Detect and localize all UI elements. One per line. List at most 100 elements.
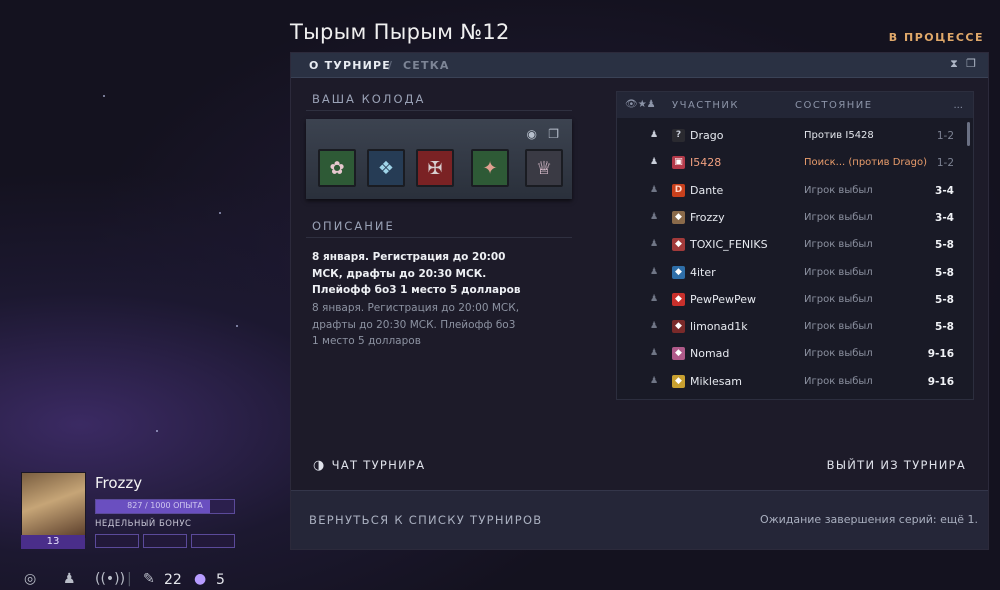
chat-icon: ◑: [313, 458, 326, 473]
xp-text: 827 / 1000 ОПЫТА: [127, 501, 203, 510]
player-icon: ♟: [650, 321, 659, 332]
waiting-status: Ожидание завершения серий: ещё 1.: [760, 513, 978, 526]
table-row[interactable]: ♟ D Dante Игрок выбыл 3-4: [617, 177, 973, 204]
header-icons: 👁★♟: [625, 99, 656, 110]
xp-bar: 827 / 1000 ОПЫТА: [95, 499, 235, 514]
participant-state: Игрок выбыл: [804, 184, 873, 196]
table-row[interactable]: ♟ ◆ Frozzy Игрок выбыл 3-4: [617, 204, 973, 231]
participant-place: 5-8: [935, 293, 954, 306]
leave-tournament-button[interactable]: ВЫЙТИ ИЗ ТУРНИРА: [827, 458, 966, 472]
participant-avatar: ◆: [672, 347, 685, 361]
hero-card-4-icon[interactable]: ✦: [471, 149, 509, 187]
player-icon: ♟: [650, 157, 659, 168]
description-heading: ОПИСАНИЕ: [312, 219, 395, 233]
chat-label: ЧАТ ТУРНИРА: [331, 458, 426, 472]
broadcast-icon[interactable]: ((•)): [95, 571, 125, 587]
participant-name: 4iter: [690, 265, 716, 279]
table-row[interactable]: ♟ ◆ limonad1k Игрок выбыл 5-8: [617, 313, 973, 340]
player-icon: ♟: [650, 130, 659, 140]
tournament-panel: О ТУРНИРЕ / СЕТКА ⧗ ❐ ВАША КОЛОДА ◉ ❐ ✿ …: [290, 52, 989, 550]
hero-card-1-icon[interactable]: ✿: [318, 149, 356, 187]
divider: |: [127, 571, 132, 587]
scrollbar[interactable]: [967, 122, 970, 146]
bottom-bar: ◎ ♟ ((•)) | ✎ 22 ● 5: [0, 568, 250, 590]
participant-avatar: ◆: [672, 238, 685, 252]
participant-avatar: ?: [672, 129, 685, 142]
tab-bracket[interactable]: СЕТКА: [403, 59, 450, 72]
tab-separator: /: [388, 59, 394, 72]
participant-place: 3-4: [935, 211, 954, 224]
hero-card-3-icon[interactable]: ✠: [416, 149, 454, 187]
participant-name: Nomad: [690, 347, 730, 361]
participant-place: 3-4: [935, 184, 954, 197]
hero-card-2-icon[interactable]: ❖: [367, 149, 405, 187]
avatar[interactable]: [21, 472, 86, 538]
participant-name: limonad1k: [690, 320, 748, 334]
tournament-chat-button[interactable]: ◑ ЧАТ ТУРНИРА: [313, 458, 425, 473]
participant-state: Игрок выбыл: [804, 348, 873, 360]
player-icon: ♟: [650, 348, 659, 359]
participant-avatar: ▣: [672, 156, 685, 170]
background-star: [236, 325, 238, 327]
table-row[interactable]: ♟ ◆ Miklesam Игрок выбыл 9-16: [617, 368, 973, 395]
table-row[interactable]: ♟ ▣ I5428 Поиск... (против Drago) 1-2: [617, 149, 973, 176]
participant-name: PewPewPew: [690, 292, 757, 306]
table-row[interactable]: ♟? Drago Против I5428 1-2: [617, 122, 973, 149]
participant-name: TOXIC_FENIKS: [690, 238, 768, 252]
participant-avatar: ◆: [672, 292, 685, 306]
table-row[interactable]: ♟ ◆ 4iter Игрок выбыл 5-8: [617, 259, 973, 286]
column-state[interactable]: СОСТОЯНИЕ: [795, 100, 873, 111]
participant-name: Drago: [690, 129, 724, 142]
tabs-bar: О ТУРНИРЕ / СЕТКА ⧗ ❐: [291, 53, 988, 78]
level-badge: 13: [21, 535, 85, 549]
steam-icon[interactable]: ◎: [24, 571, 36, 587]
background-star: [103, 95, 105, 97]
friends-icon[interactable]: ♟: [63, 571, 76, 587]
panel-footer: ВЕРНУТЬСЯ К СПИСКУ ТУРНИРОВ Ожидание зав…: [291, 490, 988, 549]
column-more[interactable]: ...: [953, 100, 963, 111]
participant-name: Frozzy: [690, 210, 725, 224]
player-icon: ♟: [650, 266, 659, 277]
tournament-title: Тырым Пырым №12: [290, 20, 510, 44]
weekly-bonus-slot: [95, 534, 139, 548]
eye-icon[interactable]: ◉: [527, 127, 537, 141]
weekly-bonus-slot: [143, 534, 187, 548]
deck-panel: ◉ ❐ ✿ ❖ ✠ ✦ ♕: [306, 119, 572, 199]
table-row[interactable]: ♟ ◆ TOXIC_FENIKS Игрок выбыл 5-8: [617, 231, 973, 258]
participant-place: 5-8: [935, 266, 954, 279]
participant-avatar: ◆: [672, 210, 685, 224]
deck-heading: ВАША КОЛОДА: [312, 92, 426, 106]
participant-state: Против I5428: [804, 130, 874, 141]
participant-state: Игрок выбыл: [804, 375, 873, 387]
participant-place: 5-8: [935, 321, 954, 334]
copy-icon[interactable]: ❐: [965, 58, 977, 70]
back-to-tournaments-button[interactable]: ВЕРНУТЬСЯ К СПИСКУ ТУРНИРОВ: [309, 513, 543, 527]
participant-place: 1-2: [936, 157, 954, 170]
participant-place: 5-8: [935, 239, 954, 252]
player-name[interactable]: Frozzy: [95, 474, 142, 492]
weekly-bonus-slot: [191, 534, 235, 548]
participant-state: Игрок выбыл: [804, 321, 873, 333]
shard-icon[interactable]: ●: [194, 571, 206, 587]
player-icon: ♟: [650, 293, 659, 304]
copy-icon[interactable]: ❐: [548, 127, 559, 141]
description-text: 8 января. Регистрация до 20:00 МСК, драф…: [312, 251, 521, 296]
participant-place: 1-2: [936, 130, 954, 142]
player-icon: ♟: [650, 375, 659, 386]
participant-avatar: D: [672, 183, 685, 197]
player-icon: ♟: [650, 184, 659, 195]
column-participant[interactable]: УЧАСТНИК: [672, 100, 739, 111]
feather-icon[interactable]: ✎: [143, 571, 155, 587]
tab-about[interactable]: О ТУРНИРЕ: [309, 59, 391, 72]
table-row[interactable]: ♟ ◆ PewPewPew Игрок выбыл 5-8: [617, 286, 973, 313]
hero-card-5-icon[interactable]: ♕: [525, 149, 563, 187]
table-header: 👁★♟ УЧАСТНИК СОСТОЯНИЕ ...: [617, 92, 973, 118]
table-row[interactable]: ♟ ◆ Nomad Игрок выбыл 9-16: [617, 340, 973, 367]
shard-count: 5: [216, 572, 225, 588]
hourglass-icon[interactable]: ⧗: [948, 58, 960, 70]
divider: [306, 110, 572, 111]
participant-name: Miklesam: [690, 374, 742, 388]
description-text-secondary: 8 января. Регистрация до 20:00 МСК, драф…: [312, 302, 520, 347]
background-star: [219, 212, 221, 214]
player-icon: ♟: [650, 211, 659, 222]
